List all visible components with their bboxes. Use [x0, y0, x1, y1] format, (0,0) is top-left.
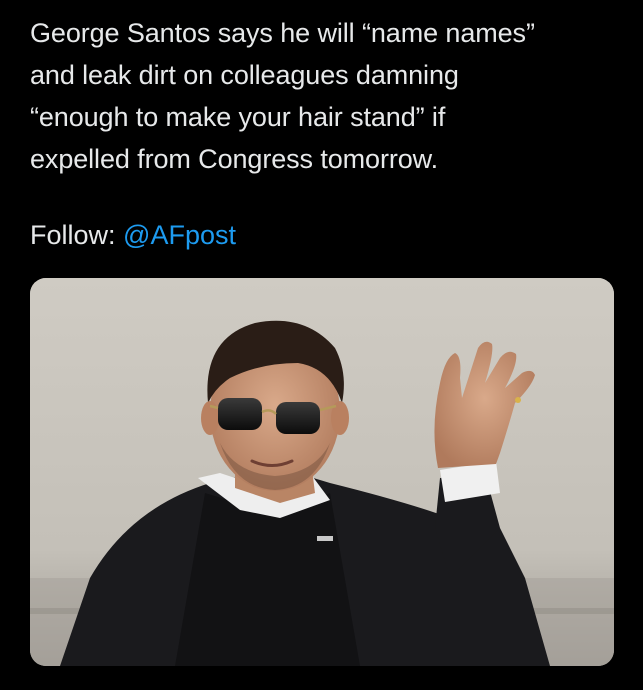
tweet-text-line: expelled from Congress tomorrow. [30, 144, 438, 174]
follow-line: Follow: @AFpost [30, 214, 236, 256]
follow-label: Follow: [30, 220, 116, 250]
tweet-text-line: George Santos says he will “name names” [30, 18, 535, 48]
tweet-text-line: “enough to make your hair stand” if [30, 102, 446, 132]
mention-link[interactable]: @AFpost [123, 220, 236, 250]
tweet-photo[interactable] [30, 278, 614, 666]
photo-of-man-in-sunglasses-waving-icon [30, 278, 614, 666]
tweet-text-line: and leak dirt on colleagues damning [30, 60, 459, 90]
tweet-body: George Santos says he will “name names” … [30, 12, 630, 180]
